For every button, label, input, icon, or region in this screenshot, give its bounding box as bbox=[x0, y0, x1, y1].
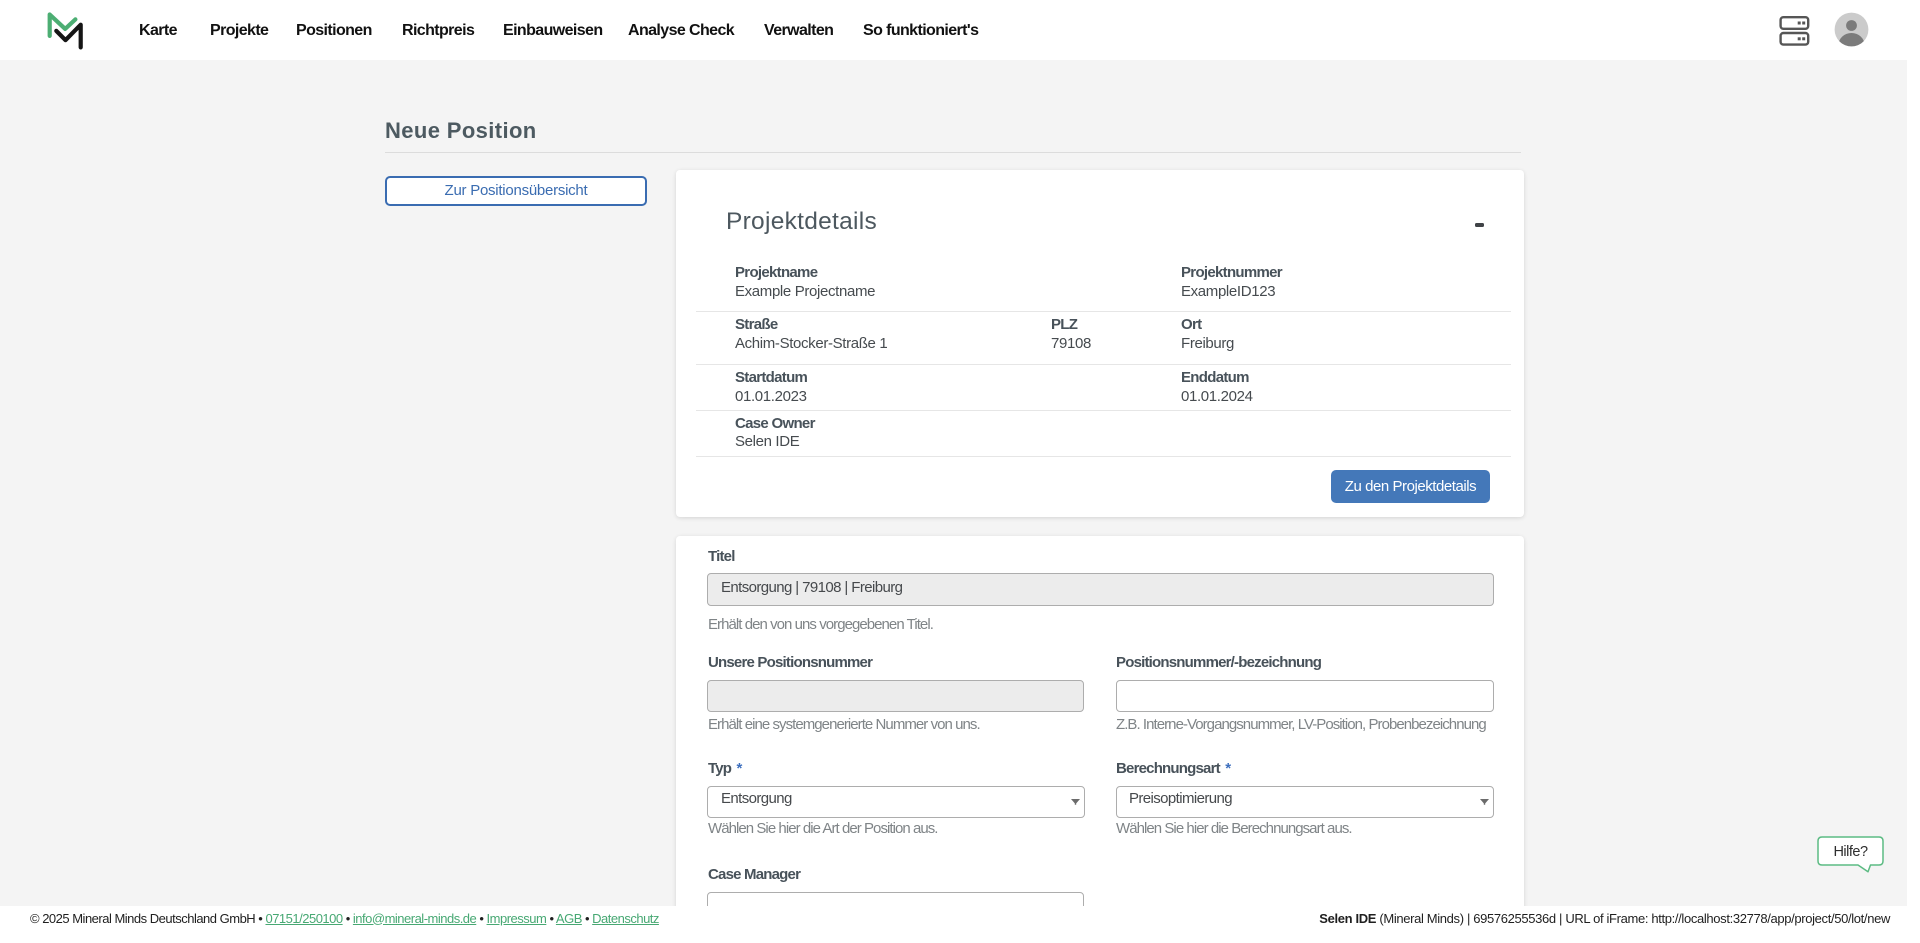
svg-text:Hilfe?: Hilfe? bbox=[1833, 844, 1868, 860]
